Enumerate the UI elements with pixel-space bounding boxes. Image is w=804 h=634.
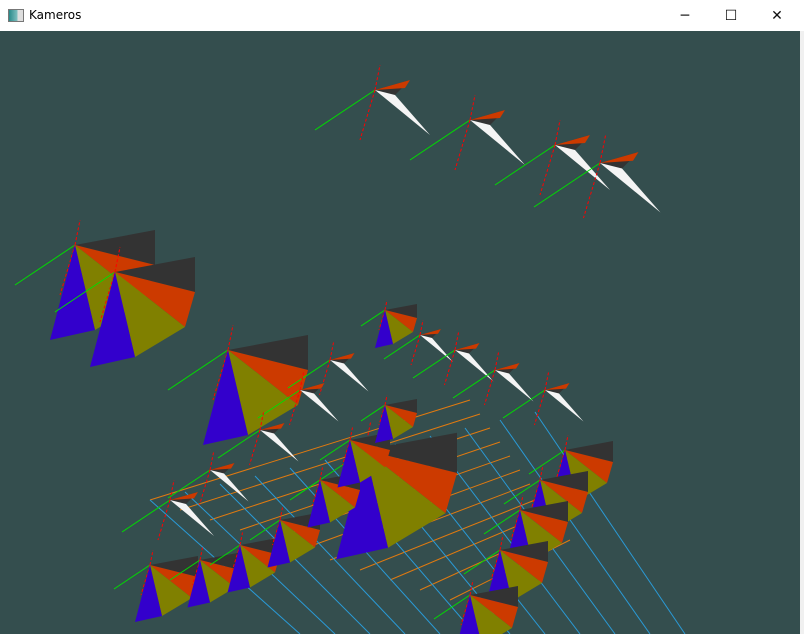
camera-axis-red xyxy=(349,427,353,441)
camera-axis-green xyxy=(360,309,386,327)
camera-face xyxy=(495,370,534,402)
camera-axis-green xyxy=(452,369,496,399)
camera-axis-red xyxy=(564,434,569,451)
camera-axis-green xyxy=(412,349,456,379)
camera-axis-green xyxy=(167,469,211,499)
camera-axis-red xyxy=(554,119,561,146)
camera-axis-red xyxy=(329,342,334,361)
camera-axis-red xyxy=(209,452,214,471)
camera-axis-red xyxy=(599,135,606,164)
camera-face xyxy=(420,335,453,362)
camera-axis-green xyxy=(533,162,601,208)
camera-face xyxy=(470,110,505,120)
camera-face xyxy=(210,463,235,470)
camera-face xyxy=(420,329,441,335)
camera-axis-red xyxy=(469,94,476,121)
maximize-button[interactable]: ☐ xyxy=(708,0,754,31)
close-icon: ✕ xyxy=(771,7,783,24)
camera-axis-green xyxy=(249,519,281,541)
camera-face xyxy=(330,360,369,392)
camera-axis-green xyxy=(167,349,229,391)
camera-axis-red xyxy=(419,319,424,336)
camera-axis-red xyxy=(499,534,504,551)
camera-face xyxy=(170,492,198,500)
camera-axis-red xyxy=(74,219,81,246)
camera-axis-green xyxy=(289,479,321,501)
camera-axis-green xyxy=(121,499,171,533)
camera-axis-red xyxy=(149,549,154,566)
camera-axis-green xyxy=(528,449,566,475)
camera-axis-red xyxy=(169,479,175,501)
maximize-icon: ☐ xyxy=(724,7,738,24)
camera-axis-green xyxy=(494,144,556,186)
camera-face xyxy=(555,135,590,145)
camera-axis-green xyxy=(14,244,76,286)
camera-axis-red xyxy=(454,119,471,171)
title-bar: Kameros ─ ☐ ✕ xyxy=(0,0,804,32)
camera-axis-red xyxy=(469,579,474,596)
camera-face xyxy=(470,120,525,165)
camera-axis-red xyxy=(494,352,499,371)
camera-axis-red xyxy=(374,64,381,91)
camera-face xyxy=(600,152,639,163)
window-border xyxy=(800,31,804,634)
camera-axis-red xyxy=(157,499,171,541)
camera-face xyxy=(495,363,520,370)
camera-face xyxy=(170,500,214,536)
camera-axis-red xyxy=(359,89,376,141)
camera-axis-green xyxy=(502,389,546,419)
minimize-button[interactable]: ─ xyxy=(662,0,708,31)
camera-face xyxy=(600,163,661,213)
camera-axis-green xyxy=(360,404,386,422)
camera-axis-green xyxy=(314,89,376,131)
camera-axis-red xyxy=(384,394,388,406)
camera-axis-red xyxy=(454,332,459,351)
camera-axis-red xyxy=(544,372,549,391)
camera-axis-red xyxy=(319,359,331,396)
camera-axis-red xyxy=(249,429,261,466)
camera-face xyxy=(330,353,355,360)
camera-axis-red xyxy=(239,532,243,546)
app-window-icon xyxy=(8,9,24,22)
minimize-icon: ─ xyxy=(680,7,690,24)
camera-face xyxy=(545,383,570,390)
camera-axis-red xyxy=(539,144,556,196)
scene-canvas[interactable] xyxy=(0,31,800,634)
camera-axis-red xyxy=(539,464,544,481)
camera-face xyxy=(260,430,299,462)
camera-face xyxy=(455,350,494,382)
camera-axis-red xyxy=(384,299,388,311)
camera-face xyxy=(375,90,430,135)
camera-axis-green xyxy=(113,564,151,590)
3d-viewport[interactable] xyxy=(0,31,800,634)
camera-face xyxy=(455,343,480,350)
camera-axis-red xyxy=(199,469,211,506)
camera-face xyxy=(545,390,584,422)
camera-axis-red xyxy=(199,547,203,561)
camera-axis-red xyxy=(279,507,283,521)
camera-face xyxy=(375,80,410,90)
close-button[interactable]: ✕ xyxy=(754,0,800,31)
camera-axis-red xyxy=(227,324,234,351)
window-title: Kameros xyxy=(29,8,82,22)
